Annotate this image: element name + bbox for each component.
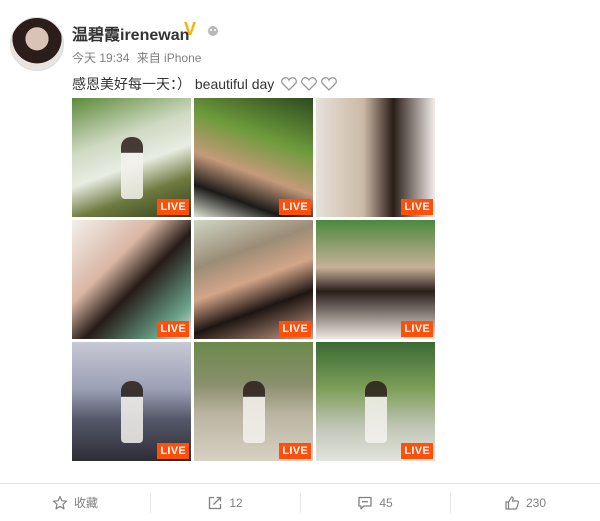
emoticons bbox=[280, 77, 338, 91]
heart-emoticon-icon bbox=[301, 77, 318, 91]
post-source[interactable]: 来自 iPhone bbox=[137, 51, 202, 65]
like-count: 230 bbox=[525, 495, 547, 510]
heart-emoticon-icon bbox=[321, 77, 338, 91]
photo-thumbnail[interactable]: LIVE bbox=[72, 342, 191, 461]
repost-button[interactable]: 12 bbox=[150, 484, 300, 521]
post-meta: 今天 19:34 来自 iPhone bbox=[72, 49, 205, 66]
photo-thumbnail[interactable]: LIVE bbox=[72, 220, 191, 339]
photo-thumbnail[interactable]: LIVE bbox=[194, 342, 313, 461]
username[interactable]: 温碧霞irenewan bbox=[72, 21, 189, 45]
post-text: 感恩美好每一天：） beautiful day bbox=[72, 74, 338, 94]
post-time[interactable]: 今天 19:34 bbox=[72, 51, 129, 65]
thumbs-up-icon bbox=[505, 495, 519, 510]
comment-button[interactable]: 45 bbox=[300, 484, 450, 521]
live-badge: LIVE bbox=[401, 443, 433, 459]
live-badge: LIVE bbox=[157, 443, 189, 459]
comment-icon bbox=[358, 496, 372, 509]
repost-count: 12 bbox=[229, 495, 243, 510]
photo-thumbnail[interactable]: LIVE bbox=[194, 220, 313, 339]
photo-thumbnail[interactable]: LIVE bbox=[316, 342, 435, 461]
photo-subject bbox=[120, 381, 143, 443]
photo-thumbnail[interactable]: LIVE bbox=[72, 98, 191, 217]
photo-thumbnail[interactable]: LIVE bbox=[194, 98, 313, 217]
photo-thumbnail[interactable]: LIVE bbox=[316, 98, 435, 217]
comment-count: 45 bbox=[379, 495, 393, 510]
live-badge: LIVE bbox=[279, 321, 311, 337]
repost-icon bbox=[209, 496, 222, 509]
avatar[interactable] bbox=[10, 17, 64, 71]
live-badge: LIVE bbox=[157, 199, 189, 215]
photo-grid: LIVE LIVE LIVE LIVE LIVE LIVE LIVE LIVE … bbox=[72, 98, 435, 461]
live-badge: LIVE bbox=[157, 321, 189, 337]
photo-thumbnail[interactable]: LIVE bbox=[316, 220, 435, 339]
heart-emoticon-icon bbox=[281, 77, 298, 91]
favorite-button[interactable]: 收藏 bbox=[0, 484, 150, 521]
like-button[interactable]: 230 bbox=[450, 484, 600, 521]
photo-subject bbox=[364, 381, 387, 443]
action-bar: 收藏 12 45 230 bbox=[0, 483, 600, 521]
photo-subject bbox=[120, 137, 143, 199]
live-badge: LIVE bbox=[401, 199, 433, 215]
live-badge: LIVE bbox=[279, 199, 311, 215]
live-badge: LIVE bbox=[401, 321, 433, 337]
star-icon bbox=[52, 495, 68, 509]
live-badge: LIVE bbox=[279, 443, 311, 459]
post-text-content: 感恩美好每一天：） beautiful day bbox=[72, 76, 275, 92]
favorite-label: 收藏 bbox=[73, 496, 98, 510]
photo-subject bbox=[242, 381, 265, 443]
rank-badge-icon bbox=[208, 26, 218, 36]
verified-icon: V bbox=[184, 19, 197, 39]
